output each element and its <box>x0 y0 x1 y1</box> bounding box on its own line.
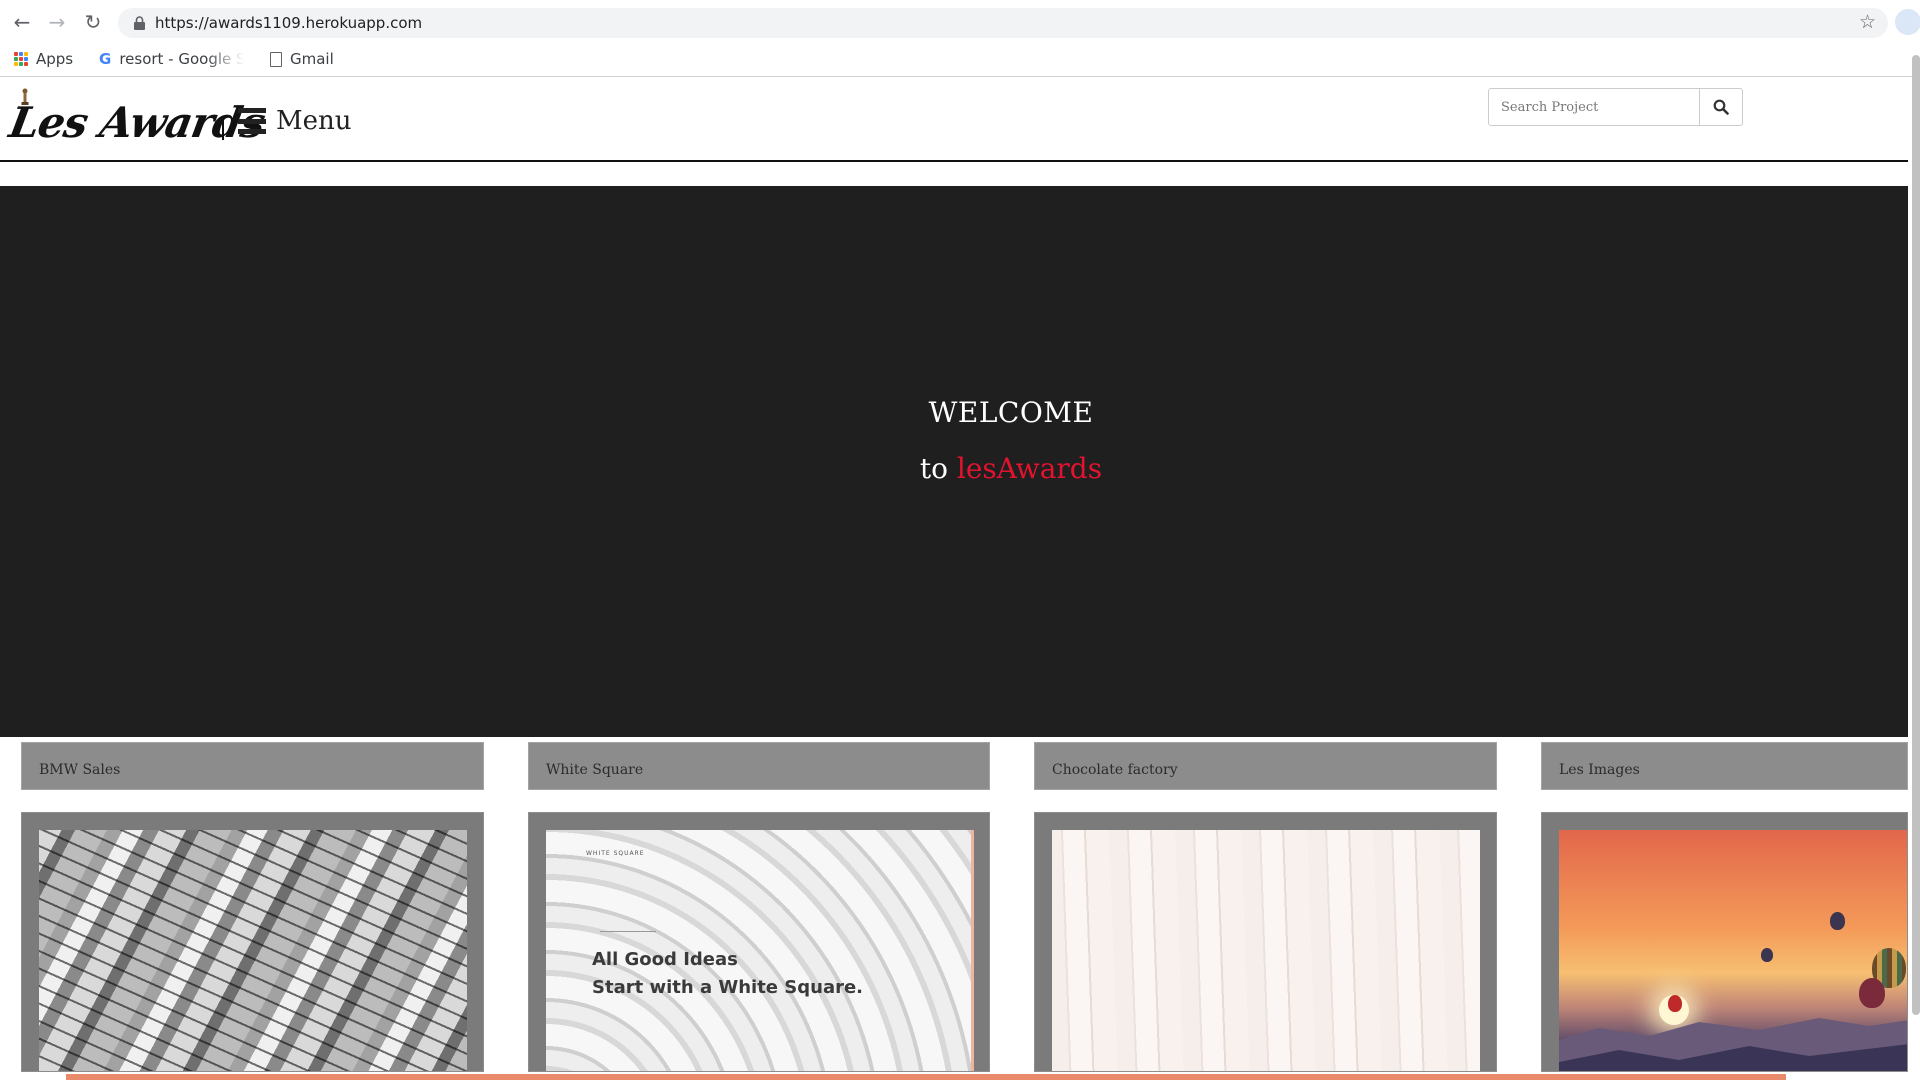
image-caption: All Good Ideas Start with a White Square… <box>592 949 864 998</box>
site-header: Les Awards Menu <box>0 78 1908 162</box>
bookmark-label: Apps <box>36 50 74 68</box>
tagline-prefix: to <box>919 452 957 485</box>
project-title-bmw-sales[interactable]: BMW Sales <box>21 742 484 790</box>
bookmark-label: resort - Google S <box>119 50 245 68</box>
logo-divider <box>222 116 224 140</box>
balloon-graphic <box>1859 978 1885 1008</box>
lock-icon <box>134 16 145 30</box>
google-icon: G <box>99 50 112 68</box>
project-image-chocolate-factory[interactable] <box>1052 830 1480 1071</box>
balloon-graphic <box>1668 995 1682 1012</box>
hero-banner: WELCOME to lesAwards <box>0 186 1908 737</box>
bookmarks-bar: Apps G resort - Google S Gmail <box>0 45 1920 77</box>
tagline-brand: lesAwards <box>956 452 1103 485</box>
project-image-bmw-sales[interactable] <box>39 830 467 1071</box>
bottom-progress-bar <box>66 1074 1786 1080</box>
project-title-chocolate-factory[interactable]: Chocolate factory <box>1034 742 1497 790</box>
menu-button[interactable]: Menu <box>238 106 352 136</box>
search-button[interactable] <box>1699 88 1743 126</box>
balloon-graphic <box>1830 912 1845 930</box>
bookmark-resort[interactable]: G resort - Google S <box>99 50 244 68</box>
image-divider <box>600 931 656 932</box>
apps-grid-icon <box>14 52 28 66</box>
forward-icon[interactable]: → <box>44 9 70 35</box>
balloon-graphic <box>1761 948 1773 962</box>
browser-toolbar: ← → ↻ https://awards1109.herokuapp.com ☆ <box>0 0 1920 45</box>
search-icon <box>1713 99 1729 115</box>
mountains-graphic <box>1559 1018 1907 1071</box>
menu-label: Menu <box>276 106 352 136</box>
reload-icon[interactable]: ↻ <box>80 9 106 35</box>
profile-avatar[interactable] <box>1895 9 1920 35</box>
project-image-les-images[interactable] <box>1559 830 1907 1071</box>
hero-welcome: WELCOME <box>928 396 1094 429</box>
project-card-white-square[interactable]: WHITE SQUARE All Good Ideas Start with a… <box>528 812 990 1072</box>
hamburger-icon <box>238 108 266 134</box>
address-bar[interactable]: https://awards1109.herokuapp.com ☆ <box>118 8 1888 38</box>
bookmark-gmail[interactable]: Gmail <box>270 50 334 68</box>
hero-tagline: to lesAwards <box>0 452 1920 485</box>
bookmark-apps[interactable]: Apps <box>14 50 73 68</box>
back-icon[interactable]: ← <box>9 9 35 35</box>
site-logo[interactable]: Les Awards <box>6 98 269 147</box>
bookmark-label: Gmail <box>290 50 334 68</box>
bookmark-star-icon[interactable]: ☆ <box>1859 11 1876 33</box>
project-image-white-square[interactable]: WHITE SQUARE All Good Ideas Start with a… <box>546 830 974 1071</box>
project-card-bmw-sales[interactable] <box>21 812 484 1072</box>
search-input[interactable] <box>1488 88 1700 126</box>
page-scrollbar[interactable] <box>1912 55 1920 1015</box>
project-title-white-square[interactable]: White Square <box>528 742 990 790</box>
image-caption-small: WHITE SQUARE <box>586 850 645 857</box>
project-title-les-images[interactable]: Les Images <box>1541 742 1908 790</box>
document-icon <box>270 51 282 67</box>
project-card-les-images[interactable] <box>1541 812 1908 1072</box>
project-card-chocolate-factory[interactable] <box>1034 812 1497 1072</box>
url-text[interactable]: https://awards1109.herokuapp.com <box>155 14 422 32</box>
